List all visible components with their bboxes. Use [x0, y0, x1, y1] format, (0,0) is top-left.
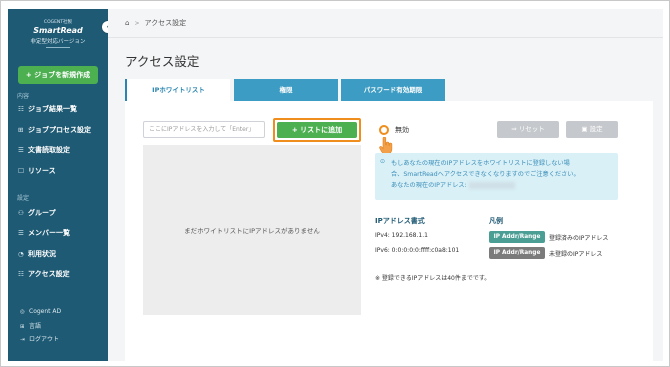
- process-icon: ⊞: [18, 126, 24, 134]
- info-line-1: もしあなたの現在のIPアドレスをホワイトリストに登録しない場: [391, 160, 570, 167]
- format-ipv6: IPv6: 0:0:0:0:0:ffff:c0a8:101: [375, 247, 460, 254]
- sidebar-item-members[interactable]: ☰ メンバー一覧: [18, 227, 106, 239]
- brand-subtitle: 非定型対応バージョン: [30, 39, 86, 45]
- app-frame: COGENT社製 SmartRead 非定型対応バージョン ‹ + ジョブを新規…: [0, 0, 670, 367]
- breadcrumb: ⌂ > アクセス設定: [125, 18, 186, 28]
- members-icon: ☰: [18, 229, 24, 237]
- format-ipv4: IPv4: 192.168.1.1: [375, 232, 428, 239]
- legend-badge-registered: IP Addr/Range: [489, 231, 545, 243]
- home-icon[interactable]: ⌂: [125, 19, 129, 27]
- sidebar-item-label: ジョブ結果一覧: [28, 105, 77, 113]
- sidebar-item-resources[interactable]: ☐ リソース: [18, 165, 106, 177]
- list-icon: ☷: [18, 105, 24, 113]
- save-setting-button[interactable]: ▣ 設定: [566, 121, 618, 138]
- sidebar-item-account[interactable]: ◎ Cogent AD: [20, 308, 61, 315]
- group-icon: ⚇: [18, 209, 24, 217]
- tab-ip-whitelist[interactable]: IPホワイトリスト: [125, 79, 230, 101]
- sidebar-item-usage[interactable]: ◔ 利用状況: [18, 248, 106, 260]
- sidebar-item-group[interactable]: ⚇ グループ: [18, 207, 106, 219]
- main-content: ⌂ > アクセス設定 アクセス設定 IPホワイトリスト 権限 パスワード有効期限 こ…: [108, 9, 663, 361]
- sidebar-item-label: ログアウト: [29, 336, 60, 343]
- breadcrumb-current: アクセス設定: [144, 19, 187, 27]
- logout-icon: ⇥: [20, 337, 25, 343]
- ip-address-input[interactable]: ここにIPアドレスを入力して「Enter」: [143, 121, 265, 138]
- sidebar-item-label: 利用状況: [28, 250, 56, 258]
- page-title: アクセス設定: [125, 54, 200, 69]
- usage-icon: ◔: [18, 250, 24, 258]
- section-label-content: 内容: [17, 93, 30, 100]
- user-icon: ◎: [20, 309, 25, 315]
- brand-logo: SmartRead: [33, 26, 83, 35]
- document-icon: ☰: [18, 146, 24, 154]
- format-title: IPアドレス書式: [375, 217, 425, 225]
- sidebar-item-logout[interactable]: ⇥ ログアウト: [20, 334, 59, 343]
- sidebar-item-label: ジョブプロセス設定: [28, 126, 91, 134]
- empty-list-message: まだホワイトリストにIPアドレスがありません: [184, 227, 320, 235]
- new-job-button[interactable]: + ジョブを新規作成: [18, 66, 98, 84]
- legend-text-registered: 登録済みのIPアドレス: [549, 235, 609, 242]
- sidebar-item-job-process[interactable]: ⊞ ジョブプロセス設定: [18, 124, 106, 136]
- warning-info-box: ⊙ もしあなたの現在のIPアドレスをホワイトリストに登録しない場 合、Smart…: [375, 153, 618, 200]
- sidebar-item-label: リソース: [28, 167, 56, 175]
- info-icon: ⊙: [380, 158, 386, 165]
- sidebar-item-label: アクセス設定: [28, 270, 70, 278]
- sidebar-item-document-reading[interactable]: ☰ 文書読取設定: [18, 144, 106, 156]
- sidebar-item-label: 言語: [29, 323, 42, 330]
- language-icon: ⊞: [20, 324, 25, 330]
- access-icon: ☷: [18, 270, 24, 278]
- chevron-right-icon: >: [134, 20, 140, 27]
- current-ip-label: あなたの現在のIPアドレス:: [391, 182, 467, 189]
- brand-divider: [46, 47, 70, 48]
- whitelist-toggle[interactable]: [379, 125, 389, 135]
- sidebar-item-label: メンバー一覧: [28, 229, 70, 237]
- section-label-settings: 設定: [17, 195, 30, 202]
- info-line-3: あなたの現在のIPアドレス:: [391, 180, 515, 189]
- sidebar-item-label: Cogent AD: [29, 308, 62, 315]
- sidebar-item-access-settings[interactable]: ☷ アクセス設定: [18, 268, 106, 280]
- tab-permissions[interactable]: 権限: [234, 79, 338, 101]
- brand-maker: COGENT社製: [43, 20, 73, 25]
- current-ip-blurred: [468, 181, 515, 189]
- info-line-2: 合、SmartReadへアクセスできなくなりますのでご注意ください。: [391, 171, 580, 178]
- whitelist-list: まだホワイトリストにIPアドレスがありません: [143, 145, 361, 315]
- whitelist-panel: ここにIPアドレスを入力して「Enter」 + リストに追加 まだホワイトリスト…: [125, 101, 653, 361]
- reset-button[interactable]: ⇒ リセット: [497, 121, 559, 138]
- resource-icon: ☐: [18, 167, 24, 175]
- sidebar-item-language[interactable]: ⊞ 言語: [20, 321, 41, 330]
- sidebar-item-label: 文書読取設定: [28, 146, 70, 154]
- legend-badge-unregistered: IP Addr/Range: [489, 247, 545, 259]
- header-divider: [108, 37, 663, 38]
- add-to-list-button[interactable]: + リストに追加: [277, 122, 357, 138]
- tab-password-expiry[interactable]: パスワード有効期限: [341, 79, 445, 101]
- sidebar: COGENT社製 SmartRead 非定型対応バージョン ‹ + ジョブを新規…: [8, 9, 114, 361]
- legend-title: 凡例: [489, 217, 503, 225]
- sidebar-item-job-results[interactable]: ☷ ジョブ結果一覧: [18, 103, 106, 115]
- legend-text-unregistered: 未登録のIPアドレス: [549, 251, 603, 258]
- sidebar-item-label: グループ: [28, 209, 56, 217]
- toggle-label: 無効: [395, 126, 409, 134]
- limit-note: ※ 登録できるIPアドレスは40件までです。: [375, 275, 491, 282]
